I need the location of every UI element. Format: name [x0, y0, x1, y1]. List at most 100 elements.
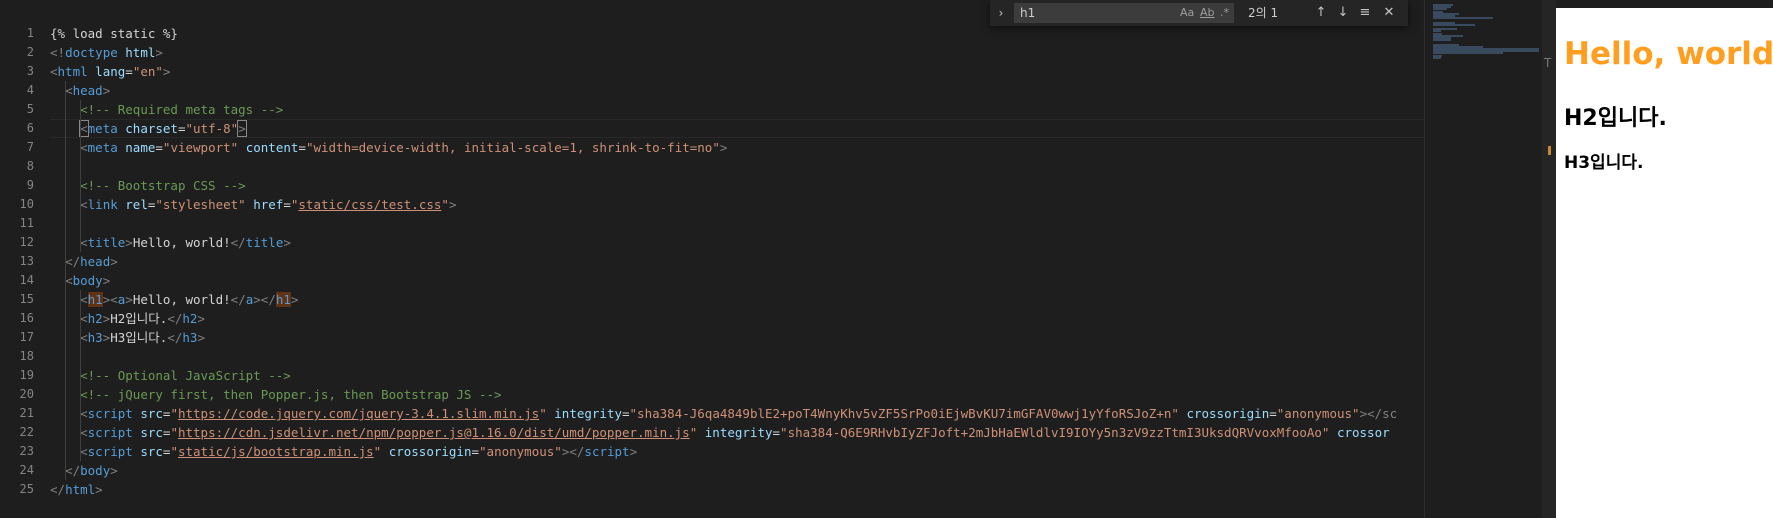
token: > [237, 120, 247, 137]
token: < [65, 273, 73, 288]
token: " [539, 406, 547, 421]
preview-h2: H2입니다. [1564, 106, 1667, 131]
code-line-21[interactable]: <script src = "https://code.jquery.com/jqu… [50, 404, 1424, 423]
token: > [448, 197, 457, 212]
arrow-up-icon[interactable]: ↑ [1312, 4, 1330, 22]
token: meta [87, 140, 118, 155]
line-number: 8 [26, 159, 34, 173]
preview-h1-link[interactable]: Hello, world! [1564, 36, 1773, 72]
preview-tab-marker: T [1544, 56, 1552, 70]
token: > [125, 292, 133, 307]
popper-link[interactable]: https://cdn.jsdelivr.net/npm/popper.js@1… [178, 425, 690, 440]
token: > [110, 463, 118, 478]
code-line-5[interactable]: <!-- Required meta tags --> [50, 100, 1424, 119]
code-line-4[interactable]: <head> [50, 81, 1424, 100]
token: < [80, 235, 88, 250]
code-line-3[interactable]: <html lang="en"> [50, 62, 1424, 81]
token: Hello, world! [132, 235, 231, 250]
code-line-2[interactable]: <!doctype html> [50, 43, 1424, 62]
token: = [298, 140, 306, 155]
find-match: h1 [87, 292, 103, 307]
token: "sha384-J6qa4849blE2+poT4WnyKhv5vZF5SrPo… [629, 406, 1179, 421]
code-editor[interactable]: 1 2 3 4 5 6 7 8 9 10 11 12 13 14 15 16 17 18 19 20 21 22 23 24 2… [0, 0, 1424, 518]
jquery-link[interactable]: https://code.jquery.com/jquery-3.4.1.sli… [178, 406, 539, 421]
find-widget: › h1 Aa Ab .* 2의 1 ↑ ↓ ≡ ✕ [990, 0, 1408, 26]
token: body [80, 463, 111, 478]
token: href [253, 197, 284, 212]
code-line-17[interactable]: <h3>H3입니다.</h3> [50, 328, 1424, 347]
token: > [283, 235, 291, 250]
minimap[interactable] [1424, 0, 1543, 518]
line-number: 23 [19, 444, 34, 458]
line-number: 2 [26, 45, 34, 59]
line-number: 16 [19, 311, 34, 325]
code-line-6[interactable]: <meta charset="utf-8"> [50, 119, 1424, 138]
token: H2입니다. [110, 311, 168, 326]
lines-icon[interactable]: ≡ [1356, 4, 1374, 22]
code-line-12[interactable]: <title>Hello, world!</title> [50, 233, 1424, 252]
line-number-gutter: 1 2 3 4 5 6 7 8 9 10 11 12 13 14 15 16 17 18 19 20 21 22 23 24 2… [0, 24, 34, 499]
token: > [197, 311, 205, 326]
token: > [125, 235, 133, 250]
code-line-1[interactable]: {% load static %} [50, 24, 1424, 43]
code-line-10[interactable]: <link rel="stylesheet" href="static/css/… [50, 195, 1424, 214]
token: html [57, 64, 88, 79]
token: H3입니다. [110, 330, 168, 345]
code-line-20[interactable]: <!-- jQuery first, then Popper.js, then … [50, 385, 1424, 404]
code-line-22[interactable]: <script src = "https://cdn.jsdelivr.net/np… [50, 423, 1424, 442]
arrow-down-icon[interactable]: ↓ [1334, 4, 1352, 22]
token: = [177, 121, 186, 136]
preview-h3: H3입니다. [1564, 153, 1644, 173]
code-area[interactable]: {% load static %} <!doctype html> <html … [50, 24, 1424, 499]
line-number: 4 [26, 83, 34, 97]
code-line-13[interactable]: </head> [50, 252, 1424, 271]
token: src [140, 444, 163, 459]
token: h2 [182, 311, 198, 326]
token: " [170, 406, 178, 421]
code-line-14[interactable]: <body> [50, 271, 1424, 290]
code-line-9[interactable]: <!-- Bootstrap CSS --> [50, 176, 1424, 195]
token: < [80, 311, 88, 326]
token: link [87, 197, 118, 212]
code-line-16[interactable]: <h2>H2입니다.</h2> [50, 309, 1424, 328]
code-line-23[interactable]: <script src="static/js/bootstrap.min.js"… [50, 442, 1424, 461]
token: </ [50, 482, 66, 497]
code-line-8[interactable] [50, 157, 1424, 176]
token: lang [95, 64, 126, 79]
code-line-19[interactable]: <!-- Optional JavaScript --> [50, 366, 1424, 385]
close-icon[interactable]: ✕ [1380, 4, 1398, 22]
bootstrap-js-link[interactable]: static/js/bootstrap.min.js [178, 444, 374, 459]
vertical-scrollbar[interactable] [1542, 0, 1556, 518]
token: < [50, 64, 58, 79]
code-line-24[interactable]: </body> [50, 461, 1424, 480]
code-line-7[interactable]: <meta name="viewport" content="width=dev… [50, 138, 1424, 157]
line-number: 17 [19, 330, 34, 344]
token: > [155, 45, 163, 60]
code-line-15[interactable]: <h1><a>Hello, world!</a></h1> [50, 290, 1424, 309]
token: " [441, 197, 449, 212]
line-number: 22 [19, 425, 34, 439]
scrollbar-match-marker [1548, 146, 1551, 155]
stylesheet-link[interactable]: static/css/test.css [298, 197, 441, 212]
match-case-toggle[interactable]: Aa [1180, 5, 1194, 21]
code-line-18[interactable] [50, 347, 1424, 366]
token: head [72, 83, 103, 98]
chevron-right-icon[interactable]: › [994, 5, 1008, 21]
token: > [110, 254, 118, 269]
line-number: 1 [26, 26, 34, 40]
code-line-25[interactable]: </html> [50, 480, 1424, 499]
regex-toggle[interactable]: .* [1220, 5, 1229, 21]
code-line-11[interactable] [50, 214, 1424, 233]
token: head [80, 254, 111, 269]
line-number: 3 [26, 64, 34, 78]
token: = [125, 64, 133, 79]
token: > [102, 83, 111, 98]
token: <! [50, 45, 66, 60]
token: " [373, 444, 382, 459]
token: > [1359, 406, 1368, 421]
whole-word-toggle[interactable]: Ab [1200, 5, 1215, 21]
token: h2 [87, 311, 103, 326]
token: < [110, 292, 118, 307]
token: > [629, 444, 638, 459]
token: crossor [1336, 425, 1390, 440]
